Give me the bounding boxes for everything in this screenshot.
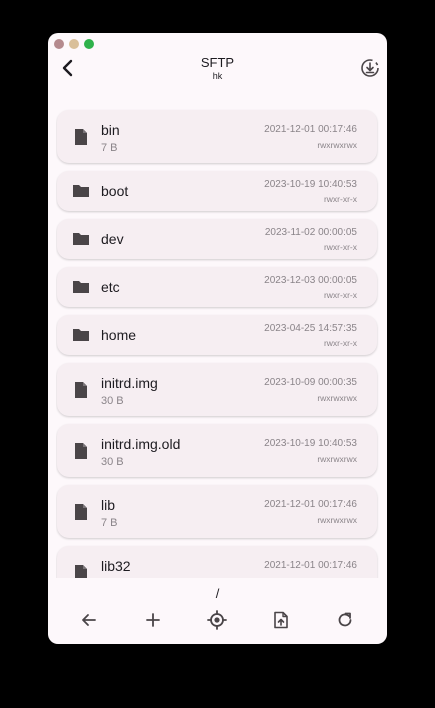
upload-file-button[interactable] <box>270 609 292 631</box>
file-name: lib32 <box>101 558 131 574</box>
file-size: 7 B <box>101 517 118 529</box>
file-permissions: rwxrwxrwx <box>317 576 357 578</box>
folder-icon <box>72 182 90 200</box>
window-controls <box>54 39 94 49</box>
file-permissions: rwxrwxrwx <box>317 454 357 464</box>
file-size: 7 B <box>101 142 118 154</box>
file-permissions: rwxrwxrwx <box>317 393 357 403</box>
file-permissions: rwxr-xr-x <box>323 338 357 348</box>
file-list-item[interactable]: boot 2023-10-19 10:40:53 rwxr-xr-x <box>57 171 377 211</box>
current-path: / <box>215 586 220 601</box>
file-modified-time: 2023-10-19 10:40:53 <box>264 179 357 190</box>
file-size: 30 B <box>101 456 124 468</box>
file-list-item[interactable]: dev 2023-11-02 00:00:05 rwxr-xr-x <box>57 219 377 259</box>
title-block: SFTP hk <box>48 55 387 82</box>
file-modified-time: 2021-12-01 00:17:46 <box>264 560 357 571</box>
file-icon <box>72 503 90 521</box>
folder-icon <box>72 230 90 248</box>
file-icon <box>72 564 90 578</box>
file-list-item[interactable]: etc 2023-12-03 00:00:05 rwxr-xr-x <box>57 267 377 307</box>
file-name: initrd.img.old <box>101 436 181 452</box>
file-list-item[interactable]: lib32 2021-12-01 00:17:46 rwxrwxrwx <box>57 546 377 578</box>
file-name: initrd.img <box>101 375 158 391</box>
file-modified-time: 2023-11-02 00:00:05 <box>264 227 357 238</box>
locate-icon <box>207 610 227 630</box>
file-permissions: rwxr-xr-x <box>323 290 357 300</box>
file-name: bin <box>101 122 120 138</box>
window-maximize-button[interactable] <box>84 39 94 49</box>
file-list-item[interactable]: bin 7 B 2021-12-01 00:17:46 rwxrwxrwx <box>57 110 377 163</box>
refresh-button[interactable] <box>334 609 356 631</box>
download-button[interactable] <box>360 58 380 78</box>
file-permissions: rwxr-xr-x <box>323 242 357 252</box>
file-icon <box>72 442 90 460</box>
file-name: etc <box>101 279 120 295</box>
file-list[interactable]: bin 7 B 2021-12-01 00:17:46 rwxrwxrwx boot 20… <box>56 109 379 578</box>
file-name: lib <box>101 497 116 513</box>
file-permissions: rwxrwxrwx <box>317 140 357 150</box>
file-list-item[interactable]: initrd.img 30 B 2023-10-09 00:00:35 rwxrwxr… <box>57 363 377 416</box>
add-icon <box>146 613 160 627</box>
file-name: boot <box>101 183 129 199</box>
window-close-button[interactable] <box>54 39 64 49</box>
file-modified-time: 2021-12-01 00:17:46 <box>264 124 357 135</box>
arrow-left-icon <box>82 614 96 626</box>
file-list-item[interactable]: initrd.img.old 30 B 2023-10-19 10:40:53 rwx… <box>57 424 377 477</box>
folder-icon <box>72 326 90 344</box>
file-icon <box>72 381 90 399</box>
file-modified-time: 2023-12-03 00:00:05 <box>264 275 357 286</box>
page-title: SFTP <box>200 55 235 70</box>
file-modified-time: 2023-04-25 14:57:35 <box>264 323 357 334</box>
file-list-item[interactable]: home 2023-04-25 14:57:35 rwxr-xr-x <box>57 315 377 355</box>
locate-button[interactable] <box>206 609 228 631</box>
file-icon <box>72 128 90 146</box>
file-size: 30 B <box>101 395 124 407</box>
page-subtitle: hk <box>212 71 223 81</box>
refresh-icon <box>338 612 352 627</box>
file-name: dev <box>101 231 124 247</box>
file-modified-time: 2021-12-01 00:17:46 <box>264 499 357 510</box>
add-button[interactable] <box>142 609 164 631</box>
upload-file-icon <box>274 611 288 629</box>
bottom-toolbar <box>48 603 387 635</box>
window-minimize-button[interactable] <box>69 39 79 49</box>
app-bar: SFTP hk <box>48 53 387 93</box>
file-modified-time: 2023-10-09 00:00:35 <box>264 377 357 388</box>
download-icon <box>361 59 379 77</box>
go-up-button[interactable] <box>78 609 100 631</box>
file-name: home <box>101 327 137 343</box>
file-modified-time: 2023-10-19 10:40:53 <box>264 438 357 449</box>
file-list-item[interactable]: lib 7 B 2021-12-01 00:17:46 rwxrwxrwx <box>57 485 377 538</box>
file-permissions: rwxrwxrwx <box>317 515 357 525</box>
folder-icon <box>72 278 90 296</box>
sftp-window: SFTP hk bin 7 B 2021-12-01 00:17:46 rwxrwxr… <box>48 33 387 644</box>
file-permissions: rwxr-xr-x <box>323 194 357 204</box>
